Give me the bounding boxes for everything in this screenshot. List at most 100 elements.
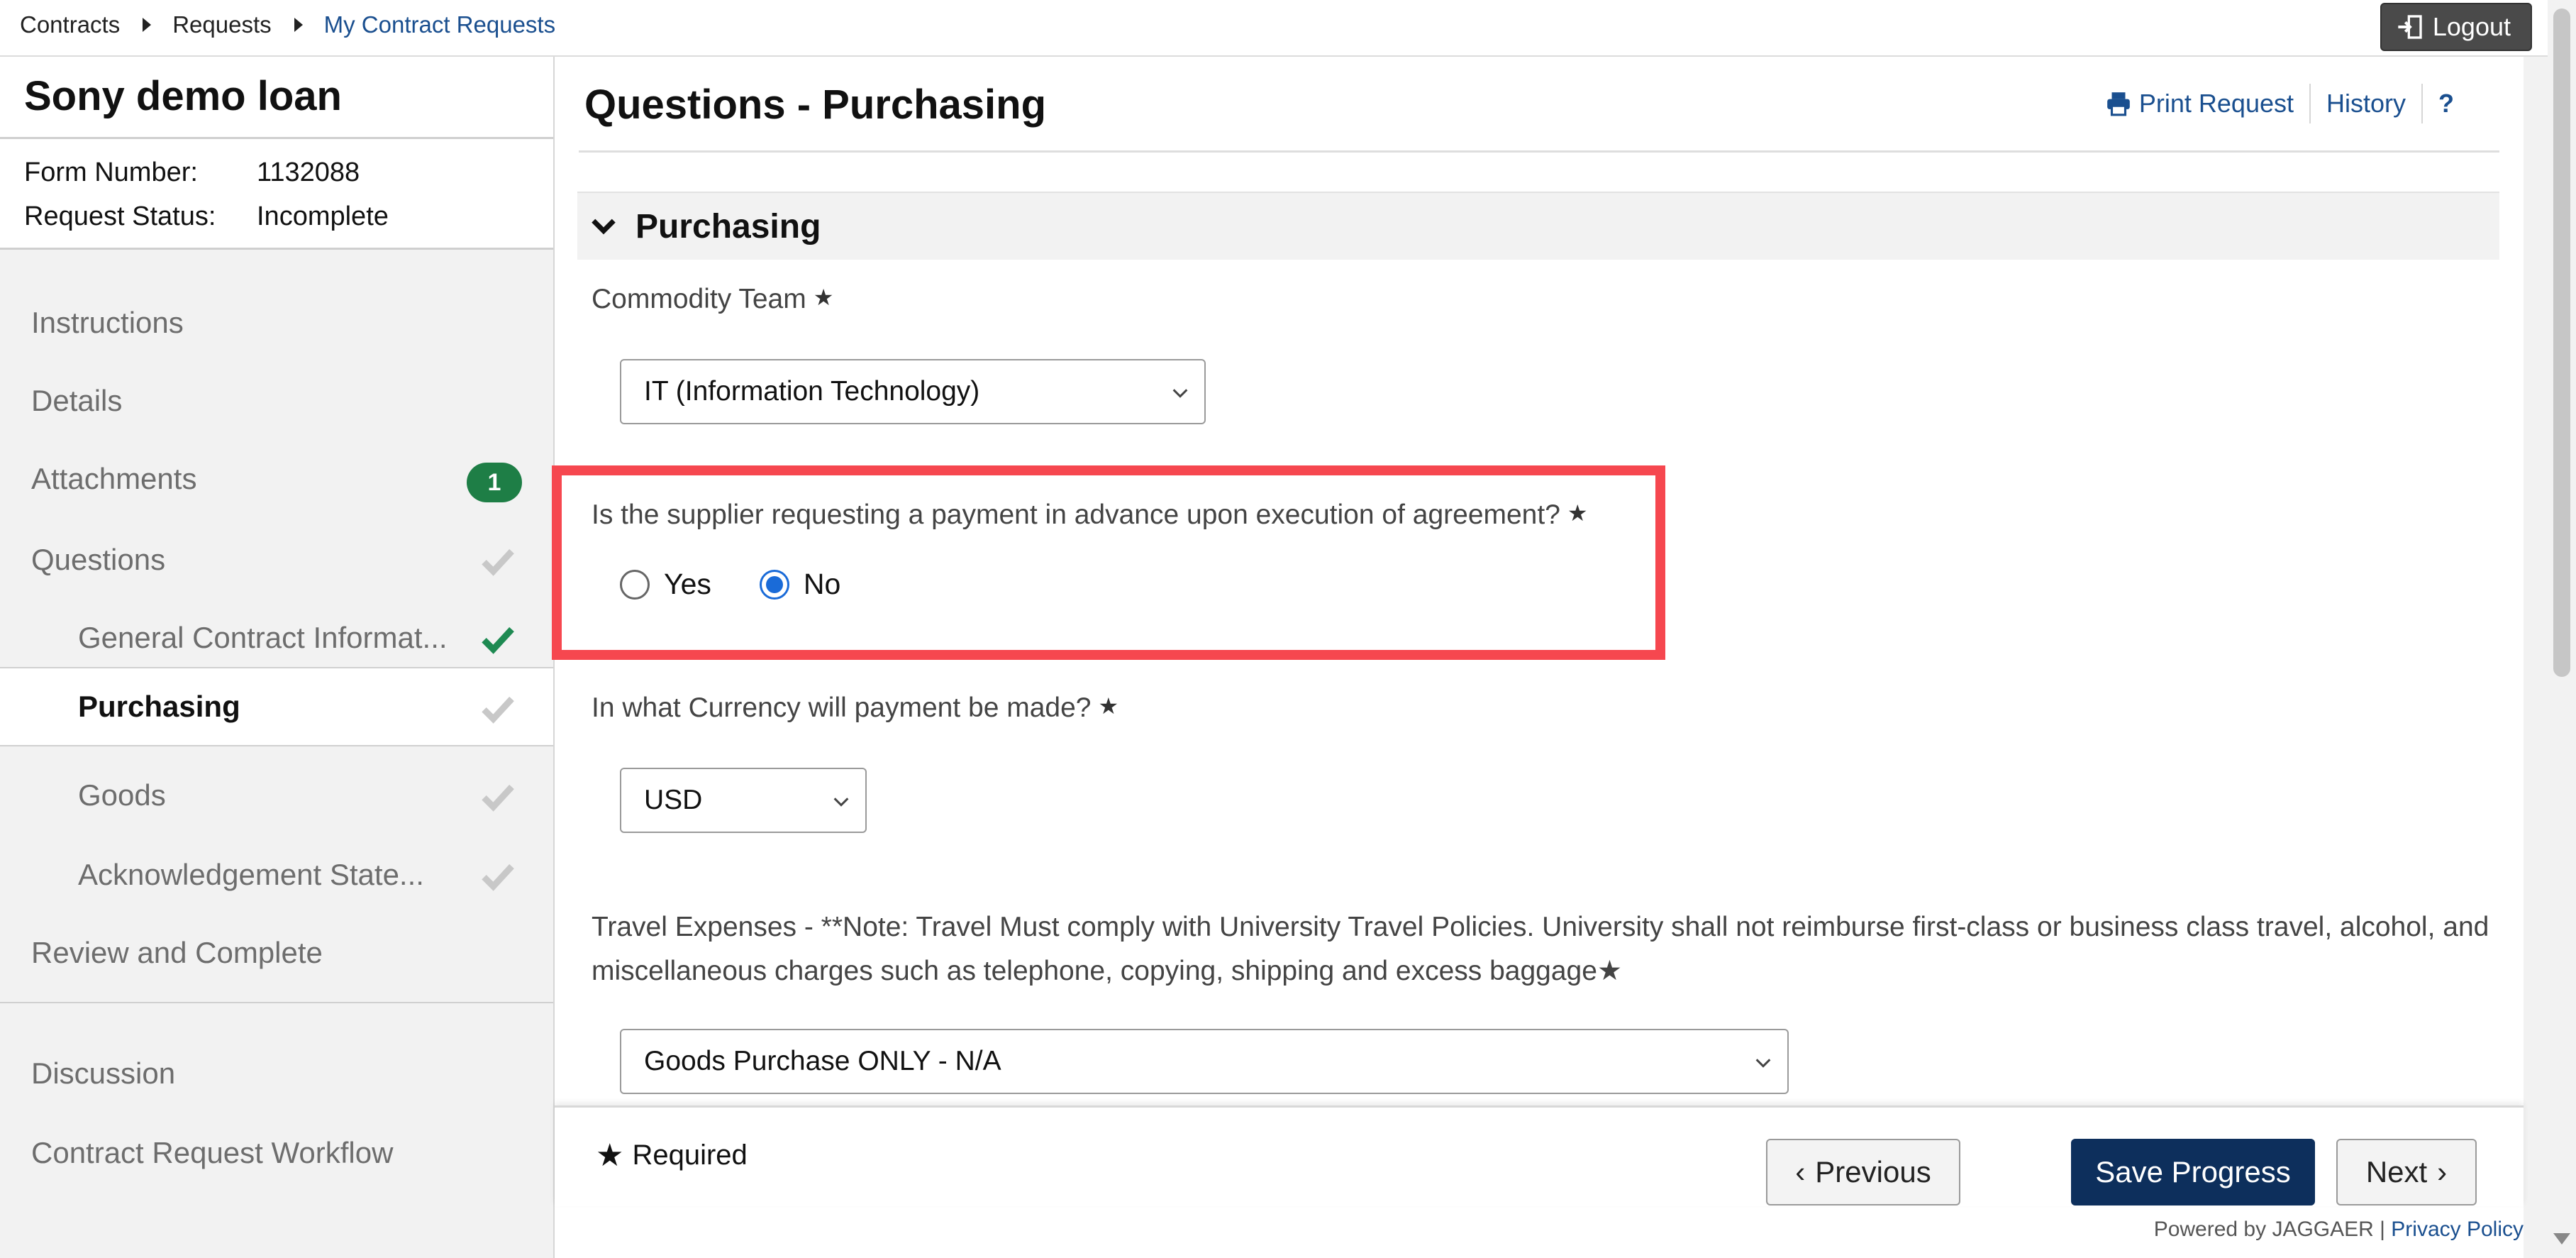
advance-payment-radio-group: Yes No — [620, 568, 889, 601]
radio-yes[interactable] — [620, 569, 650, 600]
sidebar-item-label: Goods — [78, 778, 166, 812]
header-links: Print Request History ? — [2089, 82, 2470, 125]
sidebar-item-questions[interactable]: Questions — [0, 521, 553, 599]
request-meta: Form Number: 1132088 Request Status: Inc… — [0, 139, 553, 250]
logout-label: Logout — [2432, 12, 2511, 41]
sidebar-item-contract-request-workflow[interactable]: Contract Request Workflow — [0, 1114, 553, 1192]
check-icon — [482, 548, 514, 576]
required-star-icon: ★ — [813, 285, 834, 310]
advance-payment-text: Is the supplier requesting a payment in … — [592, 500, 1560, 530]
sidebar-item-label: Attachments — [31, 462, 197, 495]
sidebar-item-label: Acknowledgement State... — [78, 858, 424, 891]
history-label: History — [2326, 89, 2406, 118]
radio-option-no[interactable]: No — [759, 568, 841, 601]
help-link[interactable]: ? — [2423, 82, 2470, 125]
previous-button[interactable]: ‹ Previous — [1766, 1139, 1960, 1205]
sidebar-item-general-contract-information[interactable]: General Contract Informat... — [0, 599, 553, 677]
sidebar-item-attachments[interactable]: Attachments 1 — [0, 440, 553, 518]
caret-right-icon — [143, 18, 152, 32]
advance-payment-label: Is the supplier requesting a payment in … — [592, 500, 1588, 531]
history-link[interactable]: History — [2311, 82, 2421, 125]
section-title: Purchasing — [635, 207, 821, 245]
radio-no[interactable] — [759, 569, 789, 600]
previous-label: Previous — [1815, 1155, 1931, 1188]
main-content: Questions - Purchasing Print Request His… — [552, 57, 2524, 1258]
radio-option-yes[interactable]: Yes — [620, 568, 711, 601]
attachments-count-badge: 1 — [467, 463, 522, 502]
currency-label: In what Currency will payment be made? ★ — [592, 693, 1118, 724]
sidebar-item-purchasing[interactable]: Purchasing — [0, 667, 553, 746]
sidebar: Sony demo loan Form Number: 1132088 Requ… — [0, 57, 555, 1258]
chevron-right-icon: › — [2437, 1155, 2448, 1188]
sidebar-item-goods[interactable]: Goods — [0, 756, 553, 834]
travel-expenses-text: Travel Expenses - **Note: Travel Must co… — [592, 912, 2489, 986]
powered-by-text: Powered by JAGGAER | — [2153, 1218, 2385, 1241]
required-star-icon: ★ — [1098, 693, 1119, 719]
commodity-team-select[interactable]: IT (Information Technology) — [620, 359, 1206, 424]
sidebar-divider — [0, 1002, 553, 1003]
sidebar-item-label: Review and Complete — [31, 936, 323, 969]
travel-expenses-value: Goods Purchase ONLY - N/A — [644, 1046, 1001, 1076]
sidebar-item-label: Purchasing — [78, 690, 240, 723]
required-star-icon: ★ — [1597, 956, 1622, 986]
page-title: Questions - Purchasing — [584, 82, 1046, 128]
sidebar-item-label: General Contract Informat... — [78, 621, 448, 654]
sidebar-item-label: Contract Request Workflow — [31, 1136, 394, 1169]
sidebar-item-review-and-complete[interactable]: Review and Complete — [0, 914, 553, 992]
section-header-purchasing[interactable]: Purchasing — [577, 192, 2499, 260]
sidebar-item-label: Details — [31, 384, 123, 417]
privacy-policy-link[interactable]: Privacy Policy — [2391, 1218, 2524, 1241]
commodity-team-text: Commodity Team — [592, 284, 806, 314]
chevron-down-icon — [833, 798, 849, 807]
sidebar-item-details[interactable]: Details — [0, 362, 553, 440]
travel-expenses-select[interactable]: Goods Purchase ONLY - N/A — [620, 1029, 1789, 1094]
chevron-down-icon — [592, 219, 616, 235]
highlight-box — [552, 465, 1665, 660]
currency-select[interactable]: USD — [620, 768, 867, 833]
powered-by: Powered by JAGGAER | Privacy Policy — [2154, 1218, 2524, 1242]
next-button[interactable]: Next › — [2336, 1139, 2477, 1205]
sidebar-item-label: Discussion — [31, 1056, 176, 1090]
next-label: Next — [2365, 1155, 2428, 1188]
sidebar-item-label: Instructions — [31, 306, 184, 339]
print-request-link[interactable]: Print Request — [2089, 82, 2309, 125]
action-bar: ★ Required ‹ Previous Save Progress Next… — [555, 1105, 2524, 1206]
request-title: Sony demo loan — [0, 57, 553, 139]
title-divider — [579, 150, 2499, 153]
breadcrumb-requests[interactable]: Requests — [172, 11, 271, 38]
sign-in-icon — [2398, 15, 2422, 39]
required-label: Required — [632, 1140, 748, 1171]
help-label: ? — [2438, 89, 2454, 118]
form-number-label: Form Number: — [24, 157, 198, 187]
save-progress-button[interactable]: Save Progress — [2071, 1139, 2315, 1205]
sidebar-item-label: Questions — [31, 543, 166, 576]
breadcrumb-my-contract-requests[interactable]: My Contract Requests — [324, 11, 555, 38]
printer-icon — [2107, 92, 2130, 116]
caret-right-icon — [294, 18, 303, 32]
sidebar-item-discussion[interactable]: Discussion — [0, 1034, 553, 1113]
status-value: Incomplete — [257, 201, 389, 231]
page-scrollbar[interactable] — [2548, 0, 2576, 1258]
print-request-label: Print Request — [2138, 89, 2294, 118]
logout-button[interactable]: Logout — [2380, 3, 2532, 51]
breadcrumb: Contracts Requests My Contract Requests — [20, 11, 555, 38]
check-icon — [482, 696, 514, 724]
save-progress-label: Save Progress — [2095, 1155, 2291, 1188]
radio-no-label: No — [803, 568, 841, 600]
sidebar-item-acknowledgement-statement[interactable]: Acknowledgement State... — [0, 836, 553, 914]
chevron-down-icon — [1172, 389, 1188, 398]
radio-yes-label: Yes — [664, 568, 711, 600]
sidebar-item-instructions[interactable]: Instructions — [0, 284, 553, 362]
form-number-value: 1132088 — [257, 157, 360, 187]
scroll-down-arrow-icon[interactable] — [2553, 1233, 2570, 1245]
required-star-icon: ★ — [1567, 500, 1588, 526]
top-bar: Contracts Requests My Contract Requests … — [0, 0, 2576, 57]
scrollbar-thumb[interactable] — [2553, 9, 2570, 677]
status-label: Request Status: — [24, 201, 216, 231]
chevron-down-icon — [1755, 1059, 1771, 1068]
check-icon — [482, 864, 514, 891]
breadcrumb-contracts[interactable]: Contracts — [20, 11, 120, 38]
required-note: ★ Required — [596, 1137, 748, 1174]
currency-value: USD — [644, 785, 703, 815]
travel-expenses-label: Travel Expenses - **Note: Travel Must co… — [592, 905, 2492, 993]
